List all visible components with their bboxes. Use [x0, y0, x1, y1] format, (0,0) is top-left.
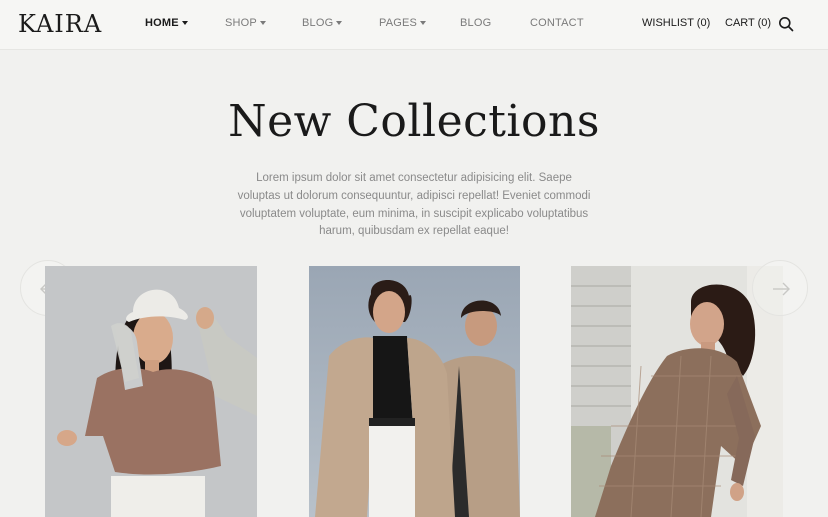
nav-item-blog-dropdown[interactable]: BLOG — [302, 17, 343, 29]
carousel-next-button[interactable] — [752, 260, 808, 316]
site-header: KAIRA HOME SHOP BLOG PAGES BLOG CONTACT … — [0, 0, 828, 50]
product-image-woman-plaid-blazer — [571, 266, 783, 517]
chevron-down-icon — [181, 21, 188, 26]
product-card[interactable] — [309, 266, 520, 517]
nav-item-blog[interactable]: BLOG — [460, 17, 491, 29]
search-icon[interactable] — [778, 16, 794, 32]
chevron-down-icon — [336, 21, 343, 26]
product-card[interactable] — [45, 266, 257, 517]
nav-item-label: SHOP — [225, 17, 257, 29]
cart-link[interactable]: CART (0) — [725, 17, 771, 29]
product-image-woman-bucket-hat — [45, 266, 257, 517]
nav-item-label: HOME — [145, 17, 179, 29]
nav-item-contact[interactable]: CONTACT — [530, 17, 584, 29]
page-title: New Collections — [228, 96, 600, 147]
product-image-two-women-trench — [309, 266, 520, 517]
arrow-right-icon — [773, 282, 790, 296]
wishlist-link[interactable]: WISHLIST (0) — [642, 17, 710, 29]
nav-item-home[interactable]: HOME — [145, 17, 188, 29]
nav-item-pages[interactable]: PAGES — [379, 17, 427, 29]
product-card[interactable] — [571, 266, 783, 517]
collection-description: Lorem ipsum dolor sit amet consectetur a… — [237, 172, 591, 238]
chevron-down-icon — [420, 21, 427, 26]
nav-item-label: PAGES — [379, 17, 418, 29]
nav-item-label: BLOG — [460, 17, 492, 29]
nav-item-shop[interactable]: SHOP — [225, 17, 266, 29]
nav-item-label: CONTACT — [530, 17, 584, 29]
nav-item-label: BLOG — [302, 17, 334, 29]
chevron-down-icon — [259, 21, 266, 26]
